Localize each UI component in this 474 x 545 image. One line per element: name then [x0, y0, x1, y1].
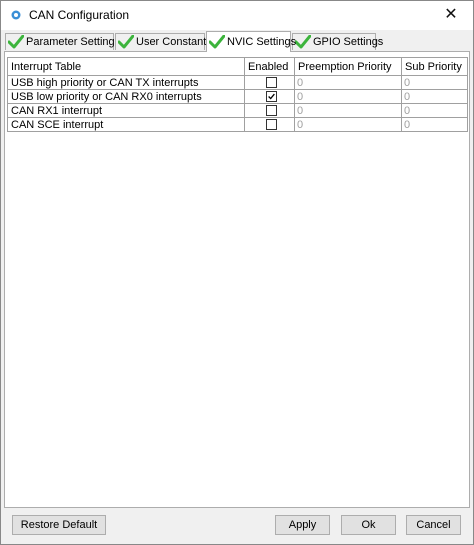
column-header-interrupt-table[interactable]: Interrupt Table: [7, 57, 245, 76]
interrupt-name: CAN SCE interrupt: [7, 117, 245, 132]
restore-default-button[interactable]: Restore Default: [12, 515, 106, 535]
window-title: CAN Configuration: [29, 8, 130, 22]
table-row: USB high priority or CAN TX interrupts 0…: [7, 75, 468, 90]
green-check-icon: [118, 35, 134, 49]
preemption-priority-cell[interactable]: 0: [294, 89, 402, 104]
green-check-icon: [209, 35, 225, 49]
tab-nvic-settings[interactable]: NVIC Settings: [206, 31, 296, 52]
interrupt-name: USB high priority or CAN TX interrupts: [7, 75, 245, 90]
apply-button[interactable]: Apply: [275, 515, 330, 535]
interrupt-name: CAN RX1 interrupt: [7, 103, 245, 118]
enabled-cell: [244, 89, 295, 104]
green-check-icon: [295, 35, 311, 49]
preemption-priority-cell[interactable]: 0: [294, 117, 402, 132]
sub-priority-cell[interactable]: 0: [401, 117, 468, 132]
tab-user-constants[interactable]: User Constants: [115, 33, 212, 50]
can-configuration-dialog: CAN Configuration ✕ Parameter Settings U…: [0, 0, 474, 545]
column-header-enabled[interactable]: Enabled: [244, 57, 295, 76]
sub-priority-cell[interactable]: 0: [401, 103, 468, 118]
enabled-checkbox[interactable]: [265, 91, 277, 102]
title-bar[interactable]: CAN Configuration ✕: [1, 1, 473, 30]
sub-priority-cell[interactable]: 0: [401, 75, 468, 90]
tab-bar: Parameter Settings User Constants NVIC S…: [5, 31, 469, 52]
ok-button[interactable]: Ok: [341, 515, 396, 535]
tab-label: GPIO Settings: [313, 36, 384, 48]
cancel-button[interactable]: Cancel: [406, 515, 461, 535]
app-icon: [11, 10, 21, 20]
enabled-cell: [244, 75, 295, 90]
tab-parameter-settings[interactable]: Parameter Settings: [5, 33, 120, 50]
green-check-icon: [8, 35, 24, 49]
interrupt-table: Interrupt Table Enabled Preemption Prior…: [7, 57, 468, 132]
preemption-priority-cell[interactable]: 0: [294, 103, 402, 118]
table-row: USB low priority or CAN RX0 interrupts 0…: [7, 89, 468, 104]
enabled-checkbox[interactable]: [265, 105, 277, 116]
sub-priority-cell[interactable]: 0: [401, 89, 468, 104]
enabled-cell: [244, 103, 295, 118]
checkmark-icon: [267, 93, 275, 100]
enabled-checkbox[interactable]: [265, 77, 277, 88]
column-header-preemption-priority[interactable]: Preemption Priority: [294, 57, 402, 76]
column-header-sub-priority[interactable]: Sub Priority: [401, 57, 468, 76]
table-row: CAN SCE interrupt 0 0: [7, 117, 468, 132]
enabled-cell: [244, 117, 295, 132]
tab-label: Parameter Settings: [26, 36, 121, 48]
tab-label: User Constants: [136, 36, 212, 48]
tab-label: NVIC Settings: [227, 36, 297, 48]
tab-gpio-settings[interactable]: GPIO Settings: [292, 33, 383, 50]
nvic-settings-panel: Interrupt Table Enabled Preemption Prior…: [4, 51, 470, 508]
interrupt-name: USB low priority or CAN RX0 interrupts: [7, 89, 245, 104]
enabled-checkbox[interactable]: [265, 119, 277, 130]
table-row: CAN RX1 interrupt 0 0: [7, 103, 468, 118]
preemption-priority-cell[interactable]: 0: [294, 75, 402, 90]
close-button[interactable]: ✕: [437, 4, 465, 26]
table-header-row: Interrupt Table Enabled Preemption Prior…: [7, 57, 468, 76]
